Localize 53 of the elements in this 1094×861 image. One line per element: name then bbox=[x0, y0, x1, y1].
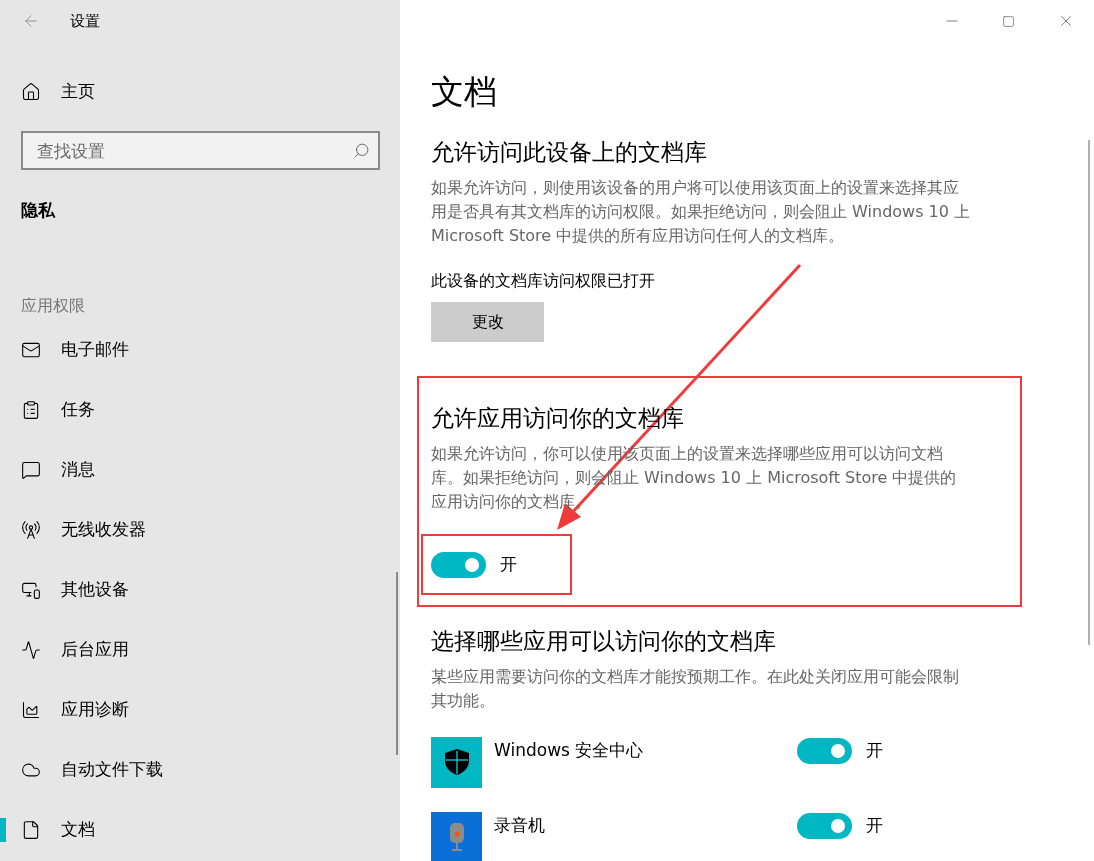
section-heading: 隐私 bbox=[21, 200, 55, 220]
group-heading: 应用权限 bbox=[21, 295, 85, 315]
app-name: Windows 安全中心 bbox=[494, 738, 645, 762]
microphone-icon bbox=[447, 822, 466, 853]
description-text: 某些应用需要访问你的文档库才能按预期工作。在此处关闭应用可能会限制其功能。 bbox=[431, 665, 960, 712]
nav-label: 无线收发器 bbox=[61, 518, 146, 542]
document-icon bbox=[21, 820, 41, 841]
nav-label: 自动文件下载 bbox=[61, 758, 163, 782]
app-name: 录音机 bbox=[494, 813, 546, 837]
back-icon[interactable] bbox=[22, 12, 40, 30]
activity-icon bbox=[21, 640, 41, 661]
search-field[interactable]: 查找设置 bbox=[21, 131, 380, 170]
nav-item[interactable]: 后台应用 bbox=[0, 620, 400, 681]
page-title: 文档 bbox=[431, 71, 497, 113]
toggle-switch[interactable] bbox=[797, 737, 852, 764]
nav-item[interactable]: 电子邮件 bbox=[0, 320, 400, 381]
toggle-label: 开 bbox=[866, 739, 883, 763]
speech-bubble-icon bbox=[21, 460, 41, 481]
nav-item[interactable]: 消息 bbox=[0, 440, 400, 501]
nav-label: 应用诊断 bbox=[61, 698, 129, 722]
nav-label: 任务 bbox=[61, 398, 95, 422]
maximize-icon[interactable] bbox=[1002, 14, 1015, 28]
nav-label: 主页 bbox=[61, 80, 95, 104]
section-heading: 选择哪些应用可以访问你的文档库 bbox=[431, 627, 776, 657]
nav-item[interactable]: 应用诊断 bbox=[0, 680, 400, 741]
nav-item[interactable]: 自动文件下载 bbox=[0, 740, 400, 801]
nav-label: 电子邮件 bbox=[61, 338, 129, 362]
change-button[interactable]: 更改 bbox=[431, 302, 544, 343]
description-text: 如果允许访问，则使用该设备的用户将可以使用该页面上的设置来选择其应用是否具有其文档库的访问权限。如果拒绝访问，则会阻止 Windows 10 上 Microsoft Store 中提供的所有应用访问任何人的文档库。 bbox=[431, 176, 971, 247]
section-heading: 允许应用访问你的文档库 bbox=[431, 404, 684, 434]
nav-label: 文档 bbox=[61, 818, 95, 842]
home-nav-item[interactable]: 主页 bbox=[0, 62, 400, 122]
devices-icon bbox=[21, 580, 41, 601]
nav-label: 其他设备 bbox=[61, 578, 129, 602]
nav-item[interactable]: 任务 bbox=[0, 380, 400, 441]
area-chart-icon bbox=[21, 700, 41, 721]
status-text: 此设备的文档库访问权限已打开 bbox=[431, 269, 655, 292]
section-heading: 允许访问此设备上的文档库 bbox=[431, 137, 707, 167]
home-icon bbox=[21, 82, 41, 102]
search-icon[interactable] bbox=[353, 142, 370, 159]
shield-icon bbox=[443, 748, 470, 777]
antenna-icon bbox=[21, 520, 41, 541]
clipboard-icon bbox=[21, 400, 41, 421]
nav-label: 消息 bbox=[61, 458, 95, 482]
nav-label: 后台应用 bbox=[61, 638, 129, 662]
toggle-label: 开 bbox=[866, 814, 883, 838]
toggle-switch[interactable] bbox=[797, 812, 852, 839]
toggle-label: 开 bbox=[500, 552, 517, 576]
nav-item[interactable]: 其他设备 bbox=[0, 560, 400, 621]
toggle-switch[interactable] bbox=[431, 551, 486, 578]
nav-item[interactable]: 无线收发器 bbox=[0, 500, 400, 561]
nav-item[interactable]: 文档 bbox=[0, 800, 400, 861]
window-title: 设置 bbox=[70, 10, 100, 32]
